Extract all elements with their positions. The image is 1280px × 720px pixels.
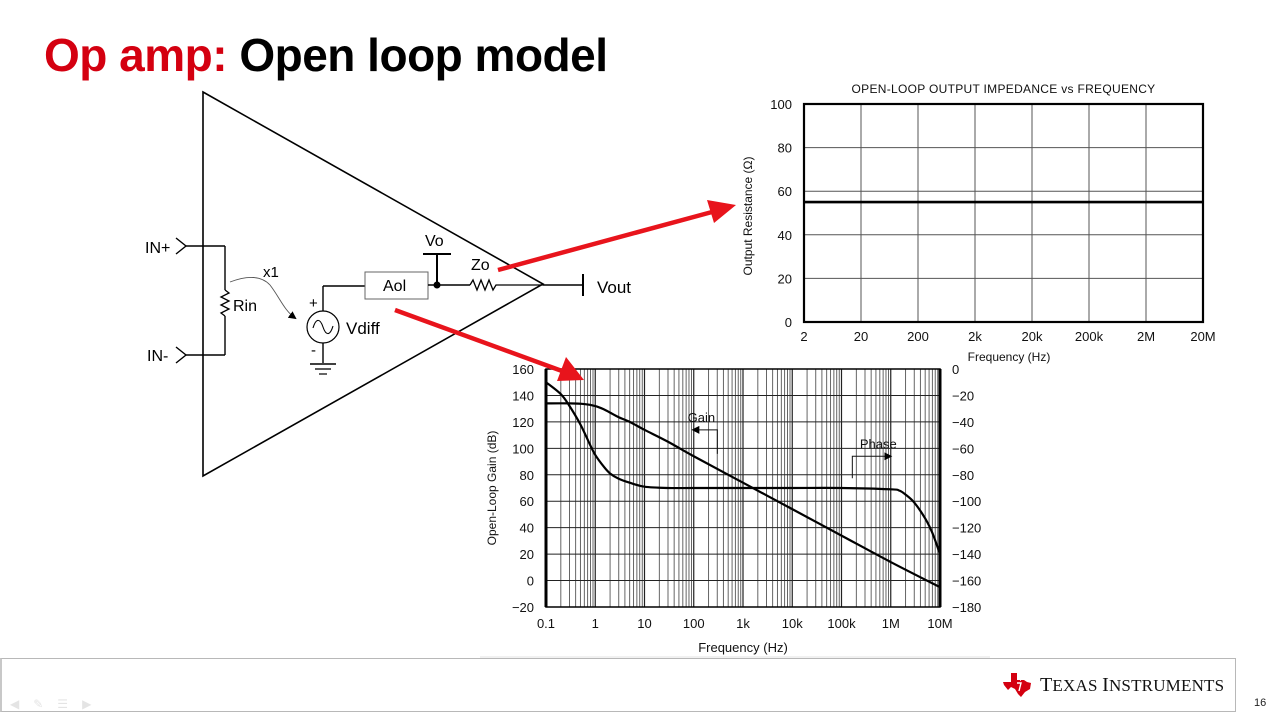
annotation-gain: Gain: [688, 410, 715, 425]
x-tick-label: 1M: [882, 616, 900, 631]
x-tick-label: 10k: [782, 616, 803, 631]
y2-tick-label: −40: [952, 415, 974, 430]
y-tick-label: 160: [512, 362, 534, 377]
slide-canvas: IN+ IN- Rin x1 + - Vdiff Aol Vo Zo Vout …: [145, 82, 1216, 655]
resistor-icon: [219, 289, 231, 317]
zo-resistor-icon: [469, 278, 543, 292]
x-tick-label: 1k: [736, 616, 750, 631]
x-tick-label: 1: [592, 616, 599, 631]
in-plus-pin-icon: [175, 237, 188, 255]
x-axis-label: Frequency (Hz): [968, 350, 1051, 364]
output-impedance-chart: 2 20 200 2k 20k 200k 2M 20M 0 20 40 60 80 100 OPEN-L…: [741, 82, 1216, 364]
label-minus: -: [311, 342, 316, 359]
x-tick-label: 20M: [1190, 329, 1215, 344]
y2-tick-label: −140: [952, 547, 981, 562]
y-tick-label: 120: [512, 415, 534, 430]
y-axis-label: Output Resistance (Ω): [741, 156, 755, 275]
y2-tick-label: −20: [952, 388, 974, 403]
annotation-phase: Phase: [860, 436, 897, 451]
callout-arrows: [394, 200, 736, 381]
y-tick-label: 140: [512, 388, 534, 403]
y-tick-label: 20: [520, 547, 534, 562]
y2-tick-label: −60: [952, 441, 974, 456]
texas-state-icon: [1003, 673, 1031, 697]
next-slide-icon[interactable]: ▶: [82, 697, 91, 711]
y-tick-label: 100: [770, 97, 792, 112]
label-vo: Vo: [425, 233, 444, 250]
label-rin: Rin: [233, 298, 257, 315]
y2-tick-label: −180: [952, 600, 981, 615]
pen-icon[interactable]: ✎: [33, 697, 43, 711]
label-plus: +: [309, 295, 318, 312]
chart-frame: [802, 102, 1205, 324]
y-tick-label: 60: [778, 184, 792, 199]
previous-slide-icon[interactable]: ◀: [10, 697, 19, 711]
x-tick-label: 0.1: [537, 616, 555, 631]
y2-tick-label: −80: [952, 468, 974, 483]
y-tick-label: 40: [778, 228, 792, 243]
x-tick-label: 20: [854, 329, 868, 344]
menu-icon[interactable]: ☰: [57, 697, 68, 711]
chart-title: OPEN-LOOP OUTPUT IMPEDANCE vs FREQUENCY: [852, 82, 1156, 96]
x-tick-label: 2k: [968, 329, 982, 344]
y2-tick-label: −100: [952, 494, 981, 509]
y-axis-label: Open-Loop Gain (dB): [485, 431, 499, 546]
label-x1: x1: [263, 264, 279, 281]
x-tick-label: 2: [800, 329, 807, 344]
x-tick-label: 2M: [1137, 329, 1155, 344]
x-tick-label: 200k: [1075, 329, 1104, 344]
in-minus-pin-icon: [175, 346, 188, 364]
y2-tick-label: −160: [952, 574, 981, 589]
y-tick-label: 80: [520, 468, 534, 483]
brand-name: TEXAS INSTRUMENTS: [1040, 673, 1225, 696]
y-tick-label: 0: [527, 574, 534, 589]
y-tick-label: 20: [778, 271, 792, 286]
y-tick-label: −20: [512, 600, 534, 615]
op-amp-diagram: IN+ IN- Rin x1 + - Vdiff Aol Vo Zo Vout: [145, 90, 631, 478]
label-in-minus: IN-: [147, 348, 168, 365]
x-tick-label: 100k: [827, 616, 856, 631]
y-tick-label: 60: [520, 494, 534, 509]
annotation-arrow-left-icon: [691, 425, 718, 454]
y-tick-label: 80: [778, 141, 792, 156]
y2-tick-label: −120: [952, 521, 981, 536]
label-in-plus: IN+: [145, 240, 170, 257]
x-tick-label: 10M: [927, 616, 952, 631]
red-arrow-icon: [394, 307, 584, 381]
texas-instruments-logo: TEXAS INSTRUMENTS: [1002, 672, 1224, 698]
slide-nav-controls[interactable]: ◀ ✎ ☰ ▶: [10, 697, 91, 711]
x-tick-label: 20k: [1022, 329, 1043, 344]
x-axis-label: Frequency (Hz): [698, 640, 788, 655]
label-zo: Zo: [471, 257, 490, 274]
x-tick-label: 100: [683, 616, 705, 631]
page-number: 16: [1254, 697, 1267, 709]
y-tick-label: 100: [512, 441, 534, 456]
y2-tick-label: 0: [952, 362, 959, 377]
label-vout: Vout: [597, 278, 631, 297]
open-loop-gain-phase-chart: 0.1 1 10 100 1k 10k 100k 1M 10M −20 0 20 40 60 80 100 1…: [485, 362, 981, 655]
y-tick-label: 40: [520, 521, 534, 536]
label-vdiff: Vdiff: [346, 319, 380, 338]
y-tick-label: 0: [785, 315, 792, 330]
x-tick-label: 200: [907, 329, 929, 344]
ground-icon: [310, 363, 336, 375]
red-arrow-icon: [497, 200, 736, 273]
label-aol: Aol: [383, 278, 406, 295]
x-tick-label: 10: [637, 616, 651, 631]
